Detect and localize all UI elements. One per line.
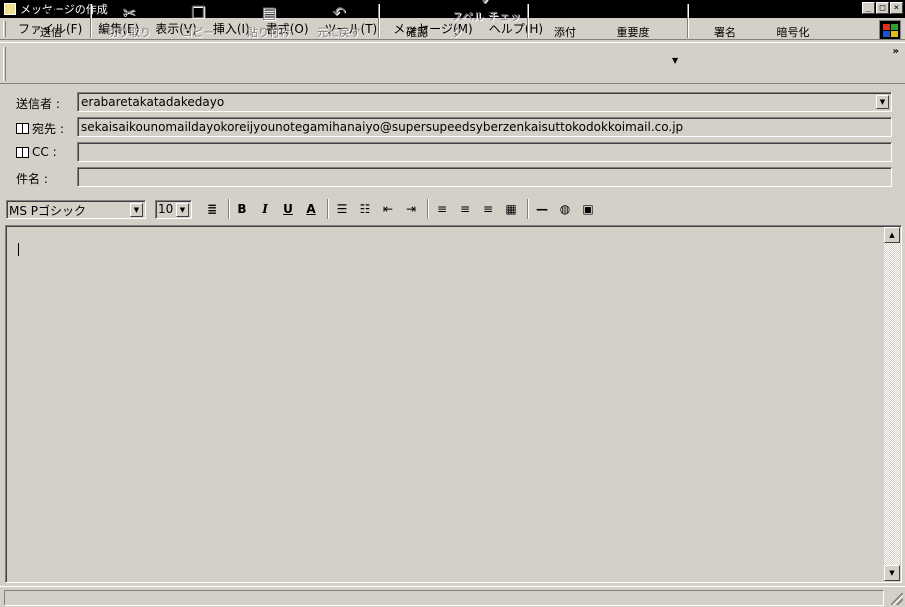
- toolbar-separator: [527, 4, 529, 38]
- priority-dropdown-arrow-icon[interactable]: ▼: [672, 56, 678, 65]
- toolbar-separator: [378, 4, 380, 38]
- bullet-list-icon[interactable]: ☷: [355, 200, 375, 218]
- from-label: 送信者 :: [16, 97, 60, 111]
- horizontal-line-icon[interactable]: —: [532, 200, 552, 218]
- cut-button[interactable]: ✂ 切り取り: [104, 4, 154, 40]
- main-toolbar: [0, 42, 905, 84]
- format-separator: [228, 199, 230, 219]
- increase-indent-icon[interactable]: ⇥: [401, 200, 421, 218]
- maximize-button[interactable]: □: [876, 2, 889, 14]
- insert-picture-icon[interactable]: ▣: [578, 200, 598, 218]
- scroll-down-icon[interactable]: ▼: [884, 565, 900, 581]
- send-icon: ✉: [44, 3, 58, 22]
- from-value: erabaretakatadakedayo: [81, 95, 225, 109]
- spell-check-button[interactable]: ✔ スペル チェック: [452, 0, 522, 40]
- to-value: sekaisaikounomaildayokoreijyounotegamiha…: [81, 120, 684, 134]
- address-book-icon[interactable]: [16, 123, 29, 134]
- paste-button[interactable]: ▤ 貼り付け: [245, 4, 293, 40]
- message-body-editor[interactable]: ▲ ▼: [5, 225, 902, 583]
- scissors-icon: ✂: [122, 3, 136, 22]
- close-button[interactable]: ×: [890, 2, 903, 14]
- scroll-up-icon[interactable]: ▲: [884, 227, 900, 243]
- cc-field[interactable]: [77, 142, 892, 162]
- vertical-scrollbar[interactable]: ▲ ▼: [884, 227, 900, 581]
- from-row: 送信者 : erabaretakatadakedayo ▼: [0, 92, 905, 112]
- toolbar-separator: [687, 4, 689, 38]
- format-separator: [527, 199, 529, 219]
- format-separator: [427, 199, 429, 219]
- menu-grip[interactable]: [3, 21, 6, 37]
- decrease-indent-icon[interactable]: ⇤: [378, 200, 398, 218]
- sign-envelope-icon: ✉: [718, 3, 732, 22]
- subject-field[interactable]: [77, 167, 892, 187]
- from-select[interactable]: erabaretakatadakedayo ▼: [77, 92, 892, 112]
- text-caret: [18, 243, 19, 256]
- align-left-icon[interactable]: ≡: [432, 200, 452, 218]
- italic-button[interactable]: I: [255, 200, 275, 218]
- align-right-icon[interactable]: ≡: [478, 200, 498, 218]
- minimize-button[interactable]: _: [862, 2, 875, 14]
- priority-icon: ↓!: [623, 3, 643, 22]
- numbered-list-icon[interactable]: ☰: [332, 200, 352, 218]
- subject-row: 件名 :: [0, 167, 905, 187]
- check-names-button[interactable]: ✓ 確認: [402, 4, 432, 40]
- resize-grip-icon[interactable]: [891, 593, 903, 605]
- address-book-icon[interactable]: [16, 146, 29, 158]
- font-value: MS Pゴシック: [9, 204, 87, 218]
- sign-button[interactable]: ✉ 署名: [710, 4, 740, 40]
- send-button[interactable]: ✉ 送信: [36, 4, 66, 40]
- paperclip-icon: ⌇: [561, 3, 569, 22]
- to-field[interactable]: sekaisaikounomaildayokoreijyounotegamiha…: [77, 117, 892, 137]
- align-center-icon[interactable]: ≡: [455, 200, 475, 218]
- chevron-down-icon[interactable]: ▼: [130, 203, 143, 217]
- font-select[interactable]: MS Pゴシック ▼: [6, 200, 146, 219]
- copy-icon: ❐: [190, 3, 206, 22]
- toolbar-overflow-chevron-icon[interactable]: »: [893, 46, 899, 57]
- subject-label: 件名 :: [16, 172, 48, 186]
- chevron-down-icon[interactable]: ▼: [876, 95, 889, 109]
- priority-button[interactable]: ↓! 重要度: [612, 4, 654, 40]
- font-size-select[interactable]: 10 ▼: [155, 200, 192, 219]
- chevron-down-icon[interactable]: ▼: [176, 203, 189, 217]
- toolbar-grip[interactable]: [3, 47, 6, 81]
- to-label: 宛先 :: [32, 122, 64, 136]
- cc-label-wrap: CC :: [16, 145, 57, 159]
- paste-icon: ▤: [261, 3, 277, 22]
- cc-row: CC :: [0, 142, 905, 162]
- undo-icon: ↶: [332, 3, 346, 22]
- to-row: 宛先 : sekaisaikounomaildayokoreijyounoteg…: [0, 117, 905, 137]
- encrypt-button[interactable]: ✉ 暗号化: [773, 4, 813, 40]
- justify-icon[interactable]: ▦: [501, 200, 521, 218]
- bold-button[interactable]: B: [232, 200, 252, 218]
- copy-button[interactable]: ❐ コピー: [178, 4, 218, 40]
- to-label-wrap: 宛先 :: [16, 120, 64, 137]
- toolbar-separator: [90, 4, 92, 38]
- hyperlink-globe-icon[interactable]: ◍: [555, 200, 575, 218]
- cc-label: CC :: [32, 145, 57, 159]
- attach-button[interactable]: ⌇ 添付: [550, 4, 580, 40]
- paragraph-style-icon[interactable]: ≣: [202, 200, 222, 218]
- check-names-icon: ✓: [410, 3, 424, 22]
- undo-button[interactable]: ↶ 元に戻す: [315, 4, 363, 40]
- spell-check-icon: ✔: [480, 0, 493, 8]
- lock-envelope-icon: ✉: [786, 3, 800, 22]
- font-size-value: 10: [158, 202, 174, 216]
- status-bar: [0, 586, 905, 607]
- windows-logo-icon: [879, 20, 901, 40]
- status-pane: [4, 590, 884, 606]
- font-color-button[interactable]: A: [301, 200, 321, 218]
- underline-button[interactable]: U: [278, 200, 298, 218]
- compose-app-icon: [4, 3, 16, 15]
- format-separator: [327, 199, 329, 219]
- window-controls: _ □ ×: [862, 2, 903, 14]
